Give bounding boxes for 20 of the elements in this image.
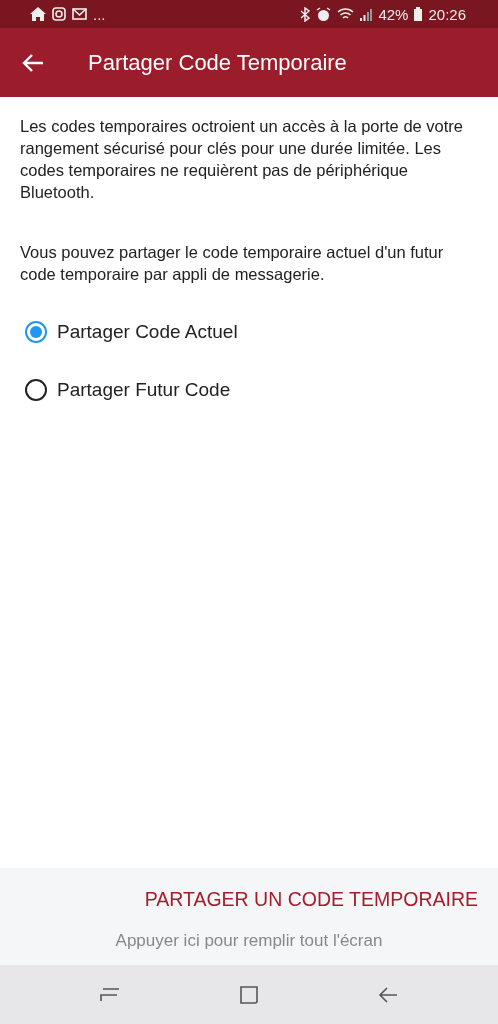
signal-icon [360, 7, 373, 21]
battery-icon [414, 7, 423, 21]
wifi-icon [337, 7, 355, 21]
share-button[interactable]: PARTAGER UN CODE TEMPORAIRE [144, 884, 478, 915]
radio-option[interactable]: Partager Futur Code [20, 361, 476, 419]
home-icon [30, 7, 46, 21]
clock: 20:26 [428, 5, 466, 23]
mail-icon [72, 8, 87, 20]
radio-button[interactable] [25, 321, 47, 343]
radio-option[interactable]: Partager Code Actuel [20, 303, 476, 361]
alarm-icon [316, 6, 332, 22]
description-text: Les codes temporaires octroient un accès à la porte de votre rangement sécurisé pour clés pour une durée limitée. Les codes temporaires ne requièrent pas de périphérique Bluetooth. [20, 116, 464, 203]
camera-icon [52, 7, 66, 21]
back-button[interactable] [22, 53, 44, 72]
screen-title: Partager Code Temporaire [88, 49, 347, 76]
overflow-indicator: ... [93, 5, 106, 23]
battery-percentage: 42% [378, 5, 409, 23]
radio-button[interactable] [25, 379, 47, 401]
description-text: Vous pouvez partager le code temporaire actuel d'un futur code temporaire par appli de messagerie. [20, 242, 445, 285]
bluetooth-icon [300, 6, 311, 22]
